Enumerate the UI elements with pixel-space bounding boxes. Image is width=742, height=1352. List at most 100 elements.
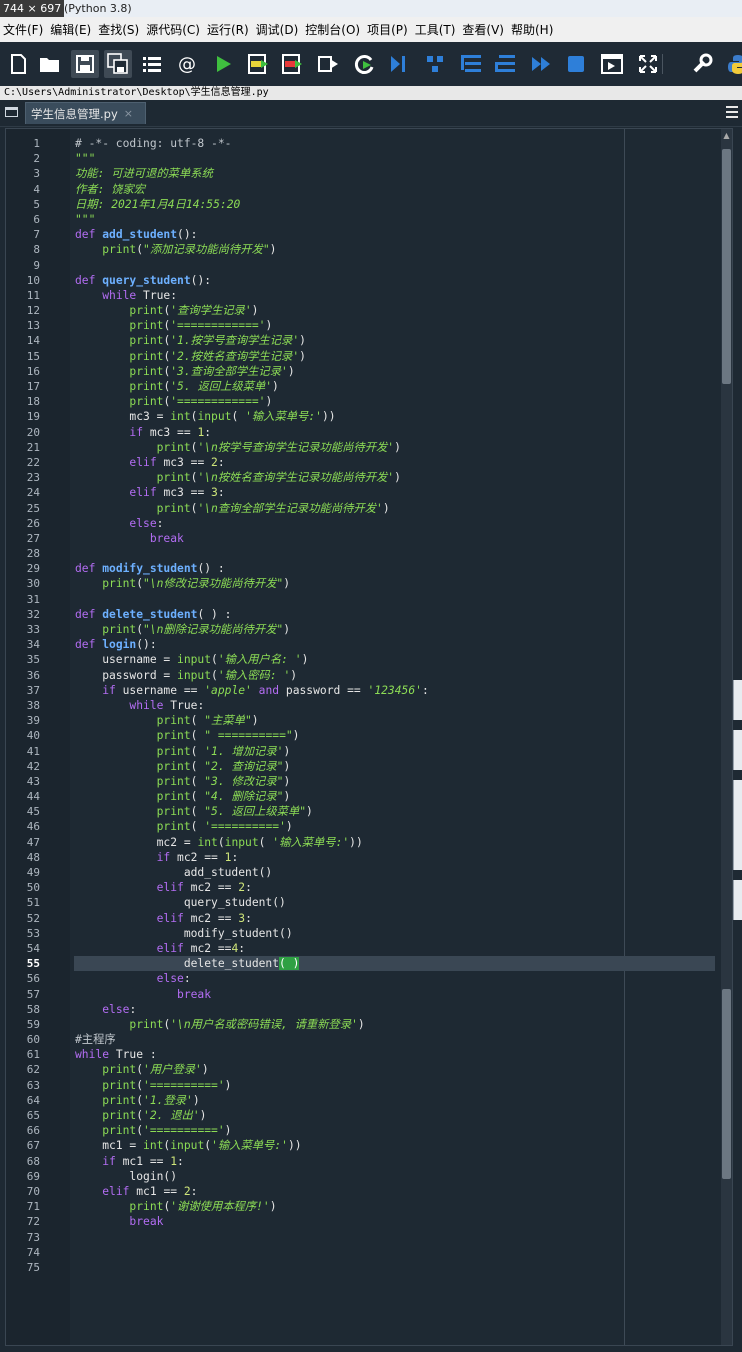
code-text[interactable]: modify_student() <box>75 926 293 941</box>
code-text[interactable]: while True: <box>75 698 204 713</box>
code-text[interactable]: else: <box>75 1002 136 1017</box>
code-text[interactable]: if mc3 == 1: <box>75 425 211 440</box>
code-text[interactable]: print( " ==========") <box>75 728 300 743</box>
code-text[interactable]: 日期: 2021年1月4日14:55:20 <box>75 197 240 212</box>
code-text[interactable]: print('3.查询全部学生记录') <box>75 364 294 379</box>
run-cell-advance-icon[interactable] <box>279 50 307 78</box>
code-text[interactable]: def modify_student() : <box>75 561 225 576</box>
code-text[interactable]: def login(): <box>75 637 157 652</box>
code-text[interactable]: print("添加记录功能尚待开发") <box>75 242 276 257</box>
code-text[interactable]: """ <box>75 212 95 227</box>
menu-item-9[interactable]: 查看(V) <box>459 21 507 38</box>
code-text[interactable]: print('\n查询全部学生记录功能尚待开发') <box>75 501 390 516</box>
continue-icon[interactable] <box>527 50 555 78</box>
code-text[interactable]: elif mc3 == 3: <box>75 485 224 500</box>
code-text[interactable]: else: <box>75 971 191 986</box>
code-text[interactable]: mc3 = int(input( '输入菜单号:')) <box>75 409 335 424</box>
menu-item-7[interactable]: 项目(P) <box>364 21 411 38</box>
code-text[interactable]: if username == 'apple' and password == '… <box>75 683 429 698</box>
code-text[interactable]: print('==========') <box>75 1123 231 1138</box>
code-text[interactable]: print('查询学生记录') <box>75 303 258 318</box>
code-text[interactable]: print( '==========') <box>75 819 293 834</box>
code-text[interactable]: print('============') <box>75 318 272 333</box>
code-text[interactable]: print( "3. 修改记录") <box>75 774 291 789</box>
code-text[interactable]: add_student() <box>75 865 272 880</box>
code-text[interactable]: print( "主菜单") <box>75 713 259 728</box>
outline-list-icon[interactable] <box>138 50 166 78</box>
tab-file[interactable]: 学生信息管理.py × <box>25 102 146 124</box>
code-text[interactable]: print('\n用户名或密码错误, 请重新登录') <box>75 1017 364 1032</box>
code-text[interactable]: login() <box>75 1169 177 1184</box>
code-text[interactable]: print("\n删除记录功能尚待开发") <box>75 622 290 637</box>
menu-item-4[interactable]: 运行(R) <box>204 21 252 38</box>
code-text[interactable]: if mc2 == 1: <box>75 850 239 865</box>
step-into-icon[interactable] <box>457 50 485 78</box>
code-text[interactable]: while True : <box>75 1047 157 1062</box>
code-text[interactable]: #主程序 <box>75 1032 116 1047</box>
save-all-icon[interactable] <box>104 50 132 78</box>
code-text[interactable]: def add_student(): <box>75 227 197 242</box>
open-folder-icon[interactable] <box>36 50 64 78</box>
code-text[interactable]: print( '1. 增加记录') <box>75 744 291 759</box>
code-text[interactable]: password = input('输入密码: ') <box>75 668 297 683</box>
code-editor[interactable]: 1 # -*- coding: utf-8 -*- 2 """ 3 功能: 可进可退的菜单… <box>5 128 733 1346</box>
scrollbar-thumb[interactable] <box>722 149 731 384</box>
rerun-icon[interactable] <box>351 50 379 78</box>
close-icon[interactable]: × <box>124 107 133 120</box>
code-text[interactable]: while True: <box>75 288 177 303</box>
code-text[interactable]: print('============') <box>75 394 272 409</box>
menu-item-0[interactable]: 文件(F) <box>0 21 46 38</box>
debug-icon[interactable] <box>384 50 412 78</box>
code-text[interactable]: print('\n按学号查询学生记录功能尚待开发') <box>75 440 401 455</box>
step-return-icon[interactable] <box>491 50 519 78</box>
code-text[interactable]: print('5. 返回上级菜单') <box>75 379 278 394</box>
code-text[interactable]: mc1 = int(input('输入菜单号:')) <box>75 1138 301 1153</box>
menu-item-5[interactable]: 调试(D) <box>253 21 302 38</box>
options-menu-icon[interactable] <box>726 106 738 118</box>
code-text[interactable]: print('谢谢使用本程序!') <box>75 1199 276 1214</box>
code-text[interactable]: print( "5. 返回上级菜单") <box>75 804 313 819</box>
fullscreen-icon[interactable] <box>634 50 662 78</box>
code-text[interactable]: break <box>75 987 211 1002</box>
step-icon[interactable] <box>421 50 449 78</box>
code-text[interactable]: 功能: 可进可退的菜单系统 <box>75 166 213 181</box>
code-text[interactable]: def delete_student( ) : <box>75 607 231 622</box>
code-text[interactable]: if mc1 == 1: <box>75 1154 184 1169</box>
code-text[interactable]: mc2 = int(input( '输入菜单号:')) <box>75 835 363 850</box>
code-text[interactable]: print('2.按姓名查询学生记录') <box>75 349 306 364</box>
vertical-scrollbar[interactable]: ▲ <box>721 129 732 1345</box>
code-text[interactable]: def query_student(): <box>75 273 211 288</box>
code-text[interactable]: elif mc2 ==4: <box>75 941 245 956</box>
code-text[interactable]: print('\n按姓名查询学生记录功能尚待开发') <box>75 470 401 485</box>
run-selection-icon[interactable] <box>314 50 342 78</box>
python-path-icon[interactable] <box>724 50 742 78</box>
code-text[interactable]: query_student() <box>75 895 286 910</box>
code-text[interactable]: print('1.登录') <box>75 1093 199 1108</box>
menu-item-8[interactable]: 工具(T) <box>412 21 459 38</box>
code-text[interactable]: # -*- coding: utf-8 -*- <box>75 136 231 151</box>
code-text[interactable]: print('==========') <box>75 1078 231 1093</box>
code-text[interactable]: break <box>75 531 184 546</box>
code-text[interactable]: elif mc2 == 3: <box>75 911 252 926</box>
menu-item-1[interactable]: 编辑(E) <box>47 21 94 38</box>
code-text[interactable]: break <box>75 1214 163 1229</box>
menu-item-2[interactable]: 查找(S) <box>95 21 142 38</box>
code-text[interactable]: 作者: 饶家宏 <box>75 182 145 197</box>
code-text[interactable]: print("\n修改记录功能尚待开发") <box>75 576 290 591</box>
preferences-icon[interactable] <box>688 50 716 78</box>
code-text[interactable]: elif mc1 == 2: <box>75 1184 197 1199</box>
maximize-pane-icon[interactable] <box>598 50 626 78</box>
code-text[interactable]: print('2. 退出') <box>75 1108 206 1123</box>
code-text[interactable]: elif mc2 == 2: <box>75 880 252 895</box>
new-file-icon[interactable] <box>4 50 32 78</box>
code-text[interactable]: delete_student( ) <box>75 956 300 971</box>
menu-item-6[interactable]: 控制台(O) <box>302 21 363 38</box>
code-text[interactable]: """ <box>75 151 95 166</box>
menu-item-10[interactable]: 帮助(H) <box>508 21 556 38</box>
scroll-up-icon[interactable]: ▲ <box>722 131 731 140</box>
code-text[interactable]: elif mc3 == 2: <box>75 455 224 470</box>
run-icon[interactable] <box>209 50 237 78</box>
menu-item-3[interactable]: 源代码(C) <box>143 21 203 38</box>
run-cell-icon[interactable] <box>245 50 273 78</box>
code-text[interactable]: print('用户登录') <box>75 1062 208 1077</box>
